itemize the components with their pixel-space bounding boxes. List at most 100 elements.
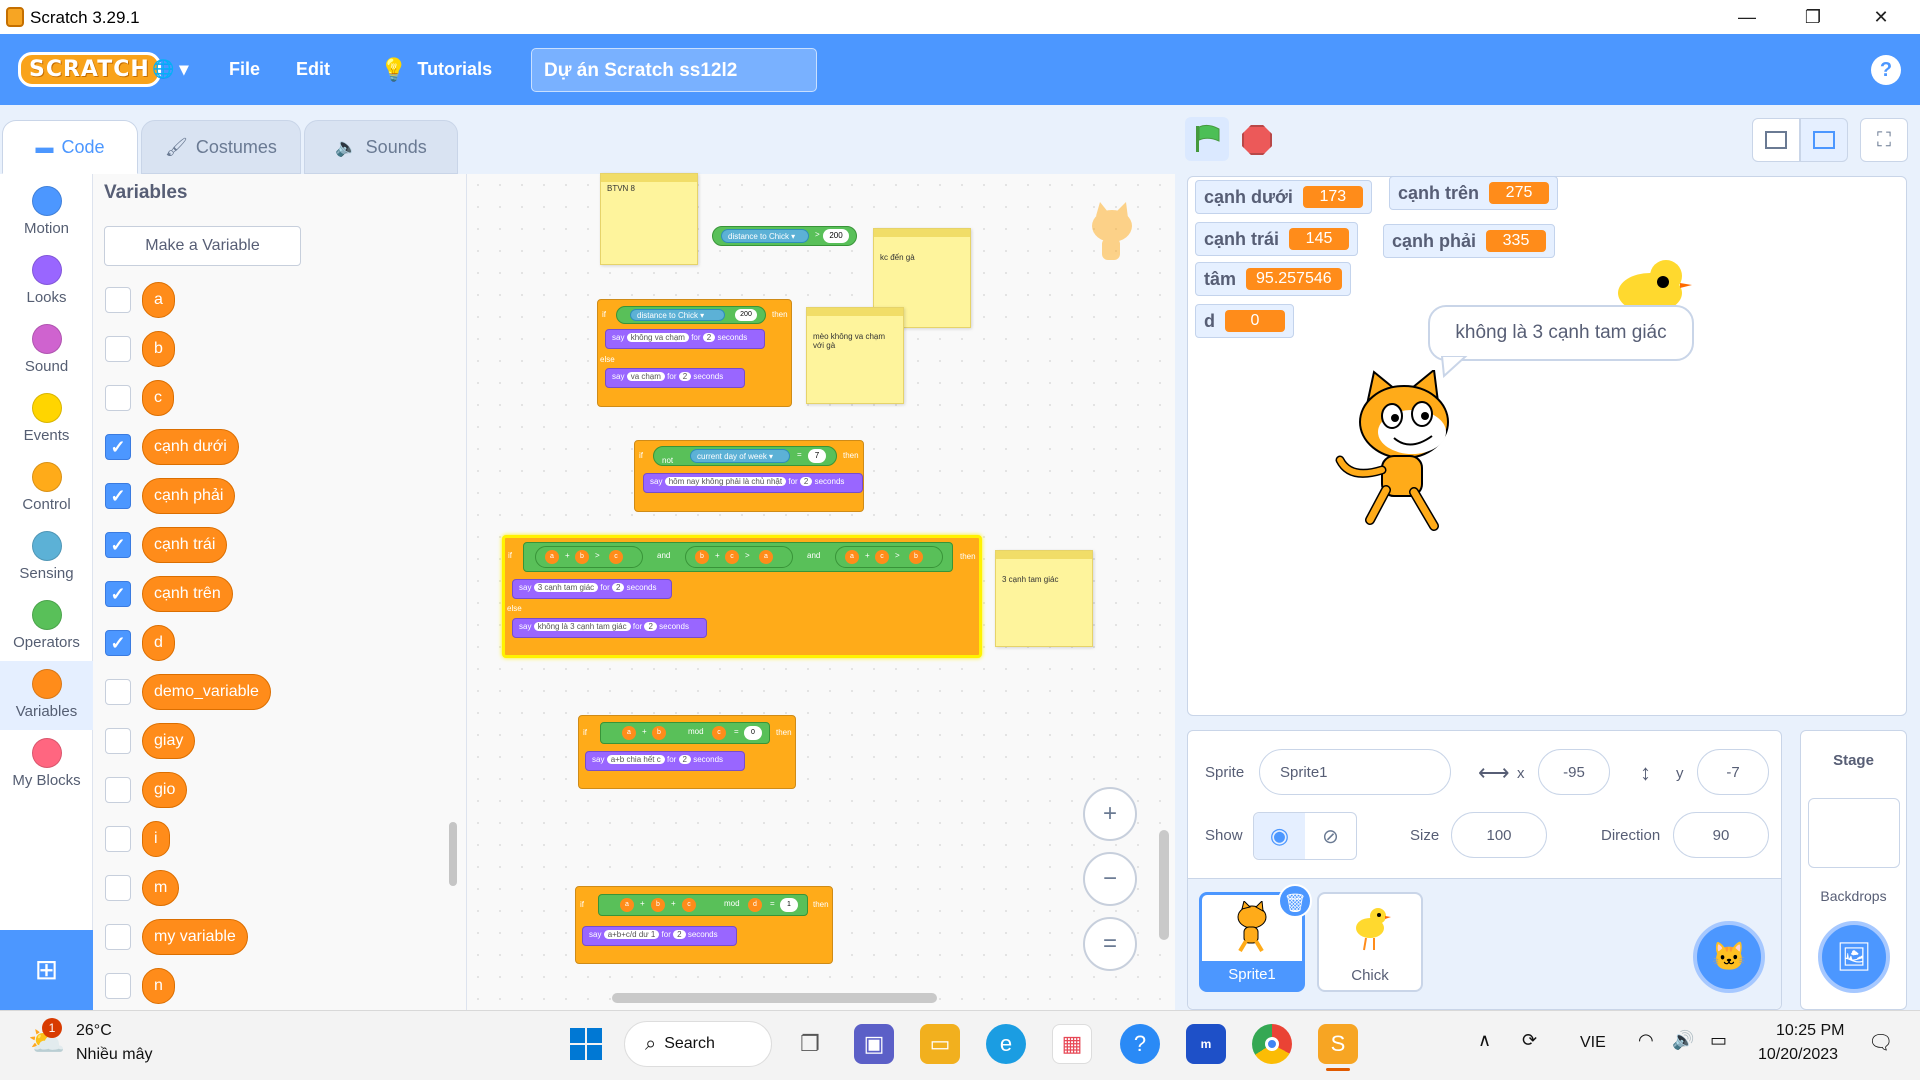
sync-icon[interactable]: ⟳ [1522,1030,1537,1051]
maximize-button[interactable]: ❐ [1784,0,1842,34]
say-block[interactable]: say không là 3 cạnh tam giác for 2 secon… [512,618,707,638]
category-sound[interactable]: Sound [0,316,93,385]
category-control[interactable]: Control [0,454,93,523]
variable-monitor[interactable]: cạnh dưới 173 [1195,180,1372,214]
value-field[interactable]: 7 [808,449,826,463]
variable-monitor[interactable]: cạnh trái 145 [1195,222,1359,256]
seconds-field[interactable]: 2 [673,930,686,939]
language-indicator[interactable]: VIE [1580,1034,1606,1052]
add-extension-button[interactable]: ⊞ [0,930,93,1010]
small-stage-button[interactable] [1752,118,1800,162]
variable-checkbox[interactable] [105,728,131,754]
variable-monitor[interactable]: cạnh trên 275 [1389,176,1559,210]
seconds-field[interactable]: 2 [678,372,692,381]
make-variable-button[interactable]: Make a Variable [104,226,301,266]
language-menu[interactable]: 🌐 ▾ [152,34,188,105]
scratch-taskbar-icon[interactable]: S [1318,1024,1358,1064]
size-input[interactable]: 100 [1451,812,1547,858]
delete-sprite-icon[interactable]: 🗑 [1278,884,1312,918]
fullscreen-button[interactable]: ⛶ [1860,118,1908,162]
variable-reporter[interactable]: b [142,331,175,367]
category-operators[interactable]: Operators [0,592,93,661]
variable-checkbox[interactable]: ✓ [105,630,131,656]
x-input[interactable]: -95 [1538,749,1610,795]
choose-backdrop-button[interactable]: 🖼 [1818,921,1890,993]
variable-checkbox[interactable] [105,679,131,705]
battery-icon[interactable]: ▭ [1710,1030,1727,1051]
taskbar-search[interactable]: ⌕ Search [624,1021,772,1067]
say-text-field[interactable]: không là 3 cạnh tam giác [533,622,631,631]
seconds-field[interactable]: 2 [702,333,716,342]
dow-dropdown[interactable]: day of week ▾ [724,452,773,461]
seconds-field[interactable]: 2 [678,755,691,764]
expr-reporter[interactable]: b [695,550,709,564]
expr-reporter[interactable]: a [845,550,859,564]
variable-checkbox[interactable] [105,336,131,362]
wifi-icon[interactable]: ◠ [1638,1030,1654,1051]
expr-reporter[interactable]: c [682,898,696,912]
say-block[interactable]: say 3 cạnh tam giác for 2 seconds [512,579,672,599]
category-variables[interactable]: Variables [0,661,93,730]
seconds-field[interactable]: 2 [799,477,813,486]
expr-reporter[interactable]: a [545,550,559,564]
variable-checkbox[interactable] [105,924,131,950]
variable-reporter[interactable]: a [142,282,175,318]
variable-checkbox[interactable] [105,287,131,313]
category-events[interactable]: Events [0,385,93,454]
misa-icon[interactable]: m [1186,1024,1226,1064]
variable-reporter[interactable]: c [142,380,174,416]
teams-icon[interactable]: ▣ [854,1024,894,1064]
eye-icon[interactable]: ◉ [1254,813,1305,859]
close-button[interactable]: ✕ [1852,0,1910,34]
chevron-up-icon[interactable]: ∧ [1478,1030,1491,1051]
sprite-thumb-chick[interactable]: Chick [1317,892,1423,992]
say-text-field[interactable]: hôm nay không phải là chủ nhật [664,477,787,486]
expr-reporter[interactable]: c [875,550,889,564]
zoom-out-button[interactable]: − [1083,852,1137,906]
help-icon[interactable]: ? [1871,55,1901,85]
variable-checkbox[interactable]: ✓ [105,483,131,509]
seconds-field[interactable]: 2 [644,622,657,631]
variable-reporter[interactable]: d [142,625,175,661]
variable-reporter[interactable]: i [142,821,170,857]
normal-stage-button[interactable] [1800,118,1848,162]
eye-slash-icon[interactable]: ⊘ [1305,813,1356,859]
variable-monitor[interactable]: cạnh phải 335 [1383,224,1556,258]
variable-reporter[interactable]: n [142,968,175,1004]
file-explorer-icon[interactable]: ▭ [920,1024,960,1064]
category-my-blocks[interactable]: My Blocks [0,730,93,799]
script-vscrollbar[interactable] [1159,830,1169,940]
zoom-reset-button[interactable]: = [1083,917,1137,971]
expr-reporter[interactable]: b [651,898,665,912]
variable-reporter[interactable]: giay [142,723,196,759]
value-field[interactable]: 200 [823,229,849,243]
expr-reporter[interactable]: c [725,550,739,564]
variable-checkbox[interactable]: ✓ [105,532,131,558]
distance-reporter[interactable]: distance to Chick ▾ [630,309,725,321]
variable-checkbox[interactable] [105,826,131,852]
backdrop-thumb[interactable] [1808,798,1900,868]
comment-note[interactable]: 3 cạnh tam giác [995,550,1093,647]
variable-reporter[interactable]: cạnh trái [142,527,228,563]
stop-button[interactable] [1242,125,1272,155]
tab-sounds[interactable]: 🔈 Sounds [304,120,458,174]
expr-reporter[interactable]: a [759,550,773,564]
expr-reporter[interactable]: a [620,898,634,912]
sprite-name-input[interactable]: Sprite1 [1259,749,1451,795]
variable-checkbox[interactable]: ✓ [105,581,131,607]
script-hscrollbar[interactable] [612,993,937,1003]
seconds-field[interactable]: 2 [611,583,625,592]
variable-reporter[interactable]: cạnh trên [142,576,233,612]
variable-checkbox[interactable] [105,385,131,411]
target-dropdown[interactable]: Chick ▾ [769,232,795,241]
tab-costumes[interactable]: 🖌 Costumes [141,120,301,174]
expr-reporter[interactable]: b [575,550,589,564]
say-block[interactable]: say không va chạm for 2 seconds [605,329,765,349]
expr-reporter[interactable]: d [748,898,762,912]
cat-sprite[interactable] [1330,370,1480,540]
start-button[interactable] [566,1024,606,1064]
say-block[interactable]: say a+b chia hết c for 2 seconds [585,751,745,771]
value-field[interactable]: 0 [744,726,762,740]
help-app-icon[interactable]: ? [1120,1024,1160,1064]
zoom-in-button[interactable]: + [1083,787,1137,841]
